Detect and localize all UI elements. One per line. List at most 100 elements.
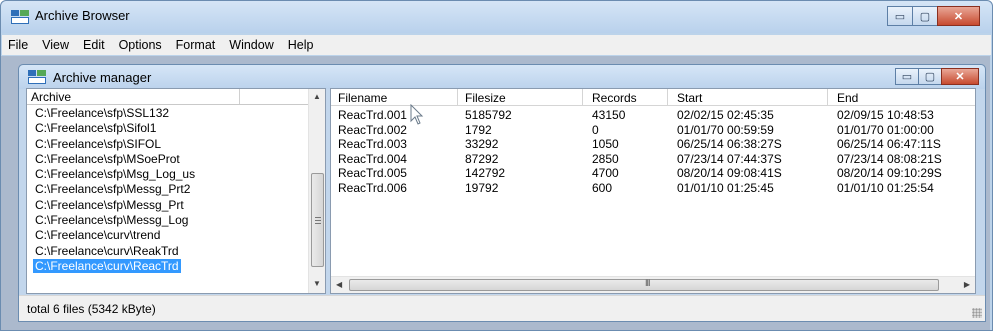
table-row[interactable]: ReacTrd.001 5185792 43150 02/02/15 02:45:35… [331,108,975,122]
header-divider[interactable] [239,89,240,104]
archive-path-label: C:\Freelance\sfp\Messg_Prt2 [35,182,191,197]
table-row[interactable]: ReacTrd.002 1792 0 01/01/70 00:59:59 01/01/7… [331,123,975,137]
archive-list-item[interactable]: C:\Freelance\curv\trend [27,228,309,243]
menu-bar: File View Edit Options Format Window Hel… [2,35,991,55]
cell-start: 08/20/14 09:08:41S [677,166,782,181]
cell-records: 43150 [592,108,626,122]
archive-path-label: C:\Freelance\curv\trend [35,228,161,243]
cell-filesize: 87292 [465,151,499,166]
menu-format[interactable]: Format [176,38,216,52]
archive-list-item[interactable]: C:\Freelance\sfp\SIFOL [27,137,309,152]
hscroll-thumb[interactable]: III [349,278,939,291]
archive-path-label: C:\Freelance\curv\ReakTrd [35,243,179,258]
inner-maximize-button[interactable]: ▢ [918,68,942,85]
archive-path-label: C:\Freelance\sfp\SIFOL [35,136,162,151]
menu-file[interactable]: File [8,38,28,52]
minimize-button[interactable]: ▭ [887,6,913,26]
cell-filename: ReacTrd.003 [338,137,407,152]
archive-list-header[interactable]: Archive [27,89,309,105]
menu-help[interactable]: Help [288,38,314,52]
table-row[interactable]: ReacTrd.005 142792 4700 08/20/14 09:08:41S 0… [331,166,975,180]
archive-list-item[interactable]: C:\Freelance\sfp\Msg_Log_us [27,167,309,182]
scroll-thumb[interactable] [311,173,324,267]
column-header-start[interactable]: Start [677,91,702,105]
cell-start: 01/01/70 00:59:59 [677,122,774,137]
table-row[interactable]: ReacTrd.006 19792 600 01/01/10 01:25:45 01/0… [331,181,975,195]
archive-list-scrollbar[interactable]: ▲ ▼ [308,89,325,293]
file-table[interactable]: Filename Filesize Records Start End Reac… [330,88,976,294]
archive-path-label: C:\Freelance\sfp\MSoeProt [35,151,180,166]
table-row[interactable]: ReacTrd.003 33292 1050 06/25/14 06:38:27S 06… [331,137,975,151]
cell-records: 0 [592,122,599,137]
column-header-filename[interactable]: Filename [338,91,387,105]
scroll-right-icon[interactable]: ▶ [964,280,970,289]
column-header-records[interactable]: Records [592,91,637,105]
archive-list-item[interactable]: C:\Freelance\curv\ReakTrd [27,244,309,259]
hscroll-grip-icon: III [645,278,650,288]
inner-window-title: Archive manager [53,70,152,85]
archive-list-item[interactable]: C:\Freelance\sfp\Messg_Log [27,213,309,228]
archive-list-item[interactable]: C:\Freelance\sfp\MSoeProt [27,152,309,167]
cell-end: 07/23/14 08:08:21S [837,151,942,166]
menu-options[interactable]: Options [119,38,162,52]
archive-list-items: C:\Freelance\sfp\SSL132 C:\Freelance\sfp\… [27,106,309,274]
archive-path-label: C:\Freelance\sfp\Messg_Prt [35,197,184,212]
inner-close-button[interactable]: ✕ [941,68,979,85]
archive-path-label: C:\Freelance\sfp\SSL132 [35,106,170,120]
menu-view[interactable]: View [42,38,69,52]
cell-filesize: 1792 [465,122,492,137]
mouse-cursor-icon [410,104,424,125]
scroll-down-icon[interactable]: ▼ [313,279,321,288]
cell-filesize: 19792 [465,181,499,195]
file-table-hscrollbar[interactable]: ◀ III ▶ [331,276,975,293]
cell-records: 2850 [592,151,619,166]
archive-list[interactable]: Archive C:\Freelance\sfp\SSL132 C:\Freela… [26,88,326,294]
archive-list-item[interactable]: C:\Freelance\sfp\Messg_Prt [27,198,309,213]
cell-filesize: 142792 [465,166,506,181]
menu-edit[interactable]: Edit [83,38,105,52]
cell-end: 08/20/14 09:10:29S [837,166,942,181]
cell-records: 4700 [592,166,619,181]
maximize-button[interactable]: ▢ [912,6,938,26]
archive-path-label: C:\Freelance\sfp\Sifol1 [35,121,157,136]
cell-start: 06/25/14 06:38:27S [677,137,782,152]
archive-column-header[interactable]: Archive [31,90,71,104]
cell-records: 600 [592,181,613,195]
archive-list-item[interactable]: C:\Freelance\sfp\SSL132 [27,106,309,121]
archive-path-label: C:\Freelance\sfp\Msg_Log_us [35,167,196,182]
cell-filename: ReacTrd.001 [338,108,407,122]
window-controls: ▭ ▢ ✕ [887,6,980,26]
archive-path-label: C:\Freelance\curv\ReacTrd [33,258,181,273]
cell-records: 1050 [592,137,619,152]
title-bar[interactable]: Archive Browser ▭ ▢ ✕ [1,1,992,33]
inner-minimize-button[interactable]: ▭ [895,68,919,85]
archive-manager-icon [28,70,46,84]
column-header-end[interactable]: End [837,91,858,105]
cell-end: 06/25/14 06:47:11S [837,137,941,152]
resize-grip-icon[interactable] [972,308,982,318]
scroll-up-icon[interactable]: ▲ [313,92,321,101]
app-icon [11,10,29,24]
close-button[interactable]: ✕ [937,6,980,26]
inner-window-controls: ▭ ▢ ✕ [895,68,979,85]
archive-list-item[interactable]: C:\Freelance\sfp\Sifol1 [27,121,309,136]
cell-end: 01/01/70 01:00:00 [837,122,934,137]
column-header-filesize[interactable]: Filesize [465,91,506,105]
cell-filesize: 33292 [465,137,499,152]
cell-end: 01/01/10 01:25:54 [837,181,934,195]
archive-list-item[interactable]: C:\Freelance\sfp\Messg_Prt2 [27,182,309,197]
window-title: Archive Browser [35,8,130,23]
cell-end: 02/09/15 10:48:53 [837,108,934,122]
cell-filesize: 5185792 [465,108,512,122]
table-row[interactable]: ReacTrd.004 87292 2850 07/23/14 07:44:37S 07… [331,152,975,166]
cell-filename: ReacTrd.006 [338,181,407,195]
cell-start: 07/23/14 07:44:37S [677,151,782,166]
file-table-header: Filename Filesize Records Start End [331,89,975,106]
scroll-left-icon[interactable]: ◀ [336,280,342,289]
menu-window[interactable]: Window [229,38,273,52]
cell-start: 01/01/10 01:25:45 [677,181,774,195]
archive-list-item[interactable]: C:\Freelance\curv\ReacTrd [27,258,309,274]
cell-start: 02/02/15 02:45:35 [677,108,774,122]
cell-filename: ReacTrd.002 [338,122,407,137]
inner-title-bar[interactable]: Archive manager ▭ ▢ ✕ [19,65,985,89]
